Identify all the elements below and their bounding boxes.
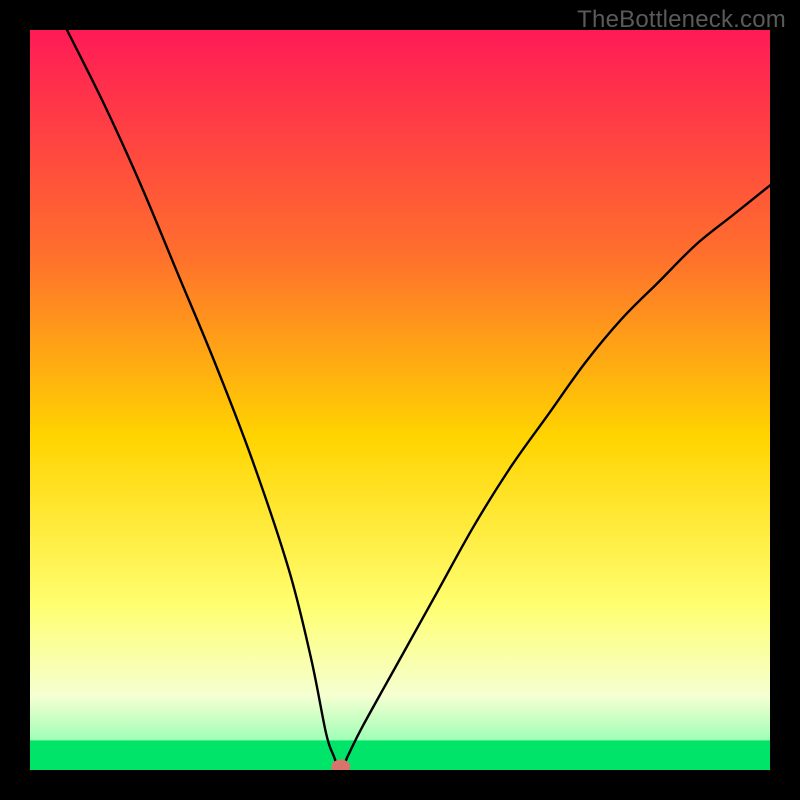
minimum-marker bbox=[332, 760, 350, 770]
watermark-text: TheBottleneck.com bbox=[577, 6, 786, 34]
chart-frame: TheBottleneck.com bbox=[0, 0, 800, 800]
green-band bbox=[30, 740, 770, 770]
bottleneck-plot bbox=[30, 30, 770, 770]
